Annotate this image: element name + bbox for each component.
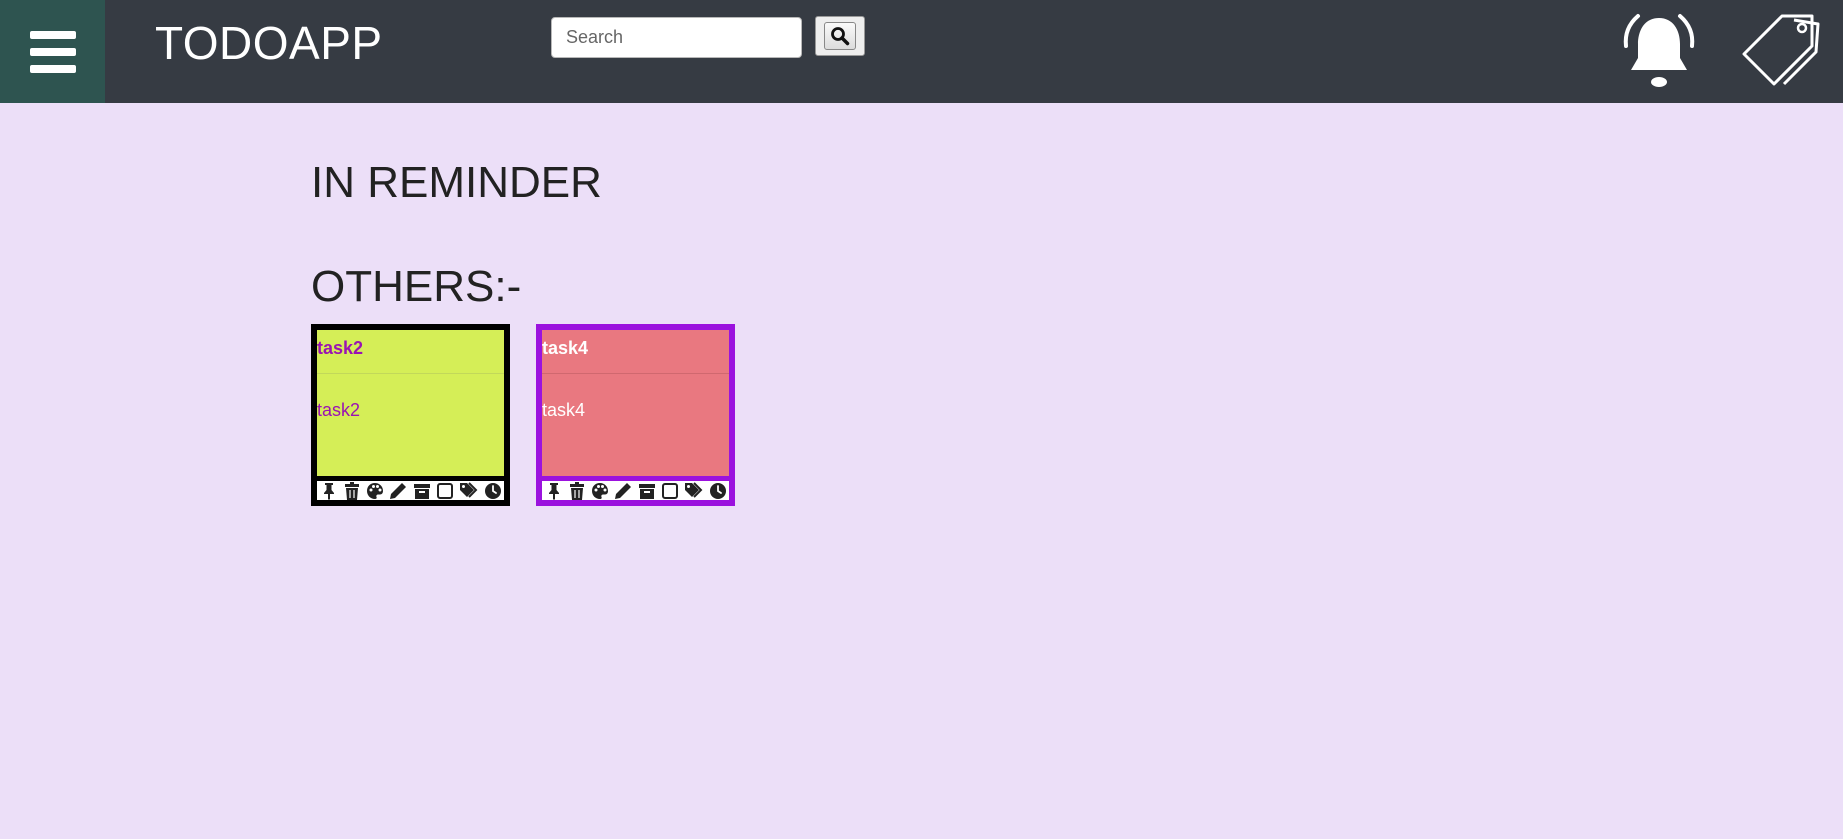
note-body[interactable]: task2 task2 xyxy=(317,330,504,476)
note-title: task2 xyxy=(317,338,364,358)
note-divider xyxy=(317,373,504,374)
trash-icon[interactable] xyxy=(568,481,586,500)
clock-icon[interactable] xyxy=(709,482,727,500)
note-toolbar xyxy=(317,476,504,500)
note-body[interactable]: task4 task4 xyxy=(542,330,729,476)
tags-icon[interactable] xyxy=(459,481,479,500)
pencil-icon[interactable] xyxy=(614,482,632,500)
note-divider xyxy=(542,373,729,374)
archive-icon[interactable] xyxy=(638,482,656,500)
note-content: task2 xyxy=(317,400,361,420)
palette-icon[interactable] xyxy=(366,482,384,500)
search-input[interactable] xyxy=(551,17,802,58)
note-card[interactable]: task4 task4 xyxy=(536,324,735,506)
search-icon xyxy=(824,22,856,50)
pin-icon[interactable] xyxy=(320,482,338,500)
archive-icon[interactable] xyxy=(413,482,431,500)
note-toolbar xyxy=(542,476,729,500)
checkbox-icon[interactable] xyxy=(661,482,679,500)
pencil-icon[interactable] xyxy=(389,482,407,500)
clock-icon[interactable] xyxy=(484,482,502,500)
search-button[interactable] xyxy=(815,16,865,56)
app-title: TODOAPP xyxy=(155,17,383,69)
trash-icon[interactable] xyxy=(343,481,361,500)
note-card[interactable]: task2 task2 xyxy=(311,324,510,506)
palette-icon[interactable] xyxy=(591,482,609,500)
bell-icon[interactable] xyxy=(1618,10,1700,90)
note-title: task4 xyxy=(542,338,589,358)
hamburger-menu-icon[interactable] xyxy=(0,0,105,103)
tag-icon[interactable] xyxy=(1740,10,1824,90)
others-heading: OTHERS:- xyxy=(311,262,522,311)
reminder-heading: IN REMINDER xyxy=(311,158,602,207)
note-content: task4 xyxy=(542,400,586,420)
checkbox-icon[interactable] xyxy=(436,482,454,500)
pin-icon[interactable] xyxy=(545,482,563,500)
top-navbar: TODOAPP xyxy=(0,0,1843,103)
tags-icon[interactable] xyxy=(684,481,704,500)
